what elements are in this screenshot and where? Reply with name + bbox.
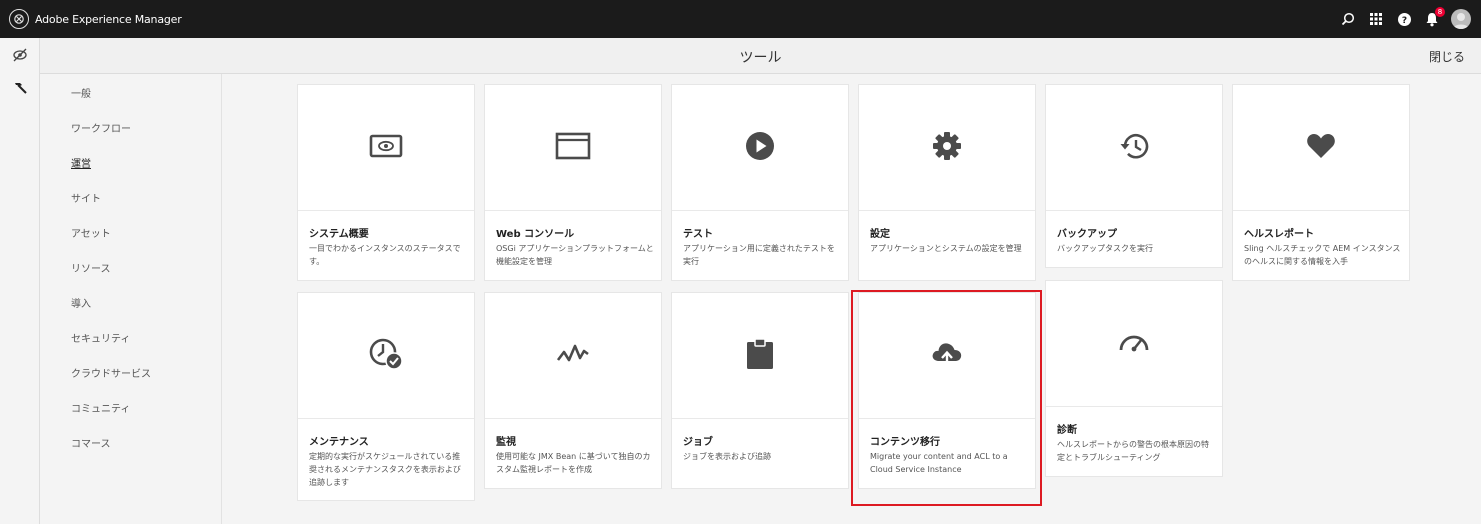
notifications-bell-icon[interactable]: 8	[1423, 7, 1445, 28]
card-thumbnail	[1046, 85, 1222, 211]
tools-category-nav: 一般 ワークフロー 運営 サイト アセット リソース 導入 セキュリティ クラウ…	[40, 74, 222, 524]
clipboard-icon	[746, 337, 774, 374]
clock-check-icon	[368, 337, 404, 375]
card-thumbnail	[298, 293, 474, 419]
card-thumbnail	[672, 85, 848, 211]
close-button[interactable]: 閉じる	[1429, 48, 1465, 65]
card-description: アプリケーションとシステムの設定を管理	[870, 244, 1022, 253]
tool-card-web-console[interactable]: Web コンソール OSGi アプリケーションプラットフォームと機能設定を管理	[485, 85, 661, 280]
app-title[interactable]: Adobe Experience Manager	[35, 13, 182, 26]
hammer-icon[interactable]	[11, 79, 29, 97]
card-title: ジョブ	[683, 437, 713, 448]
eye-monitor-icon	[369, 134, 403, 162]
tool-card-configuration[interactable]: 設定 アプリケーションとシステムの設定を管理	[859, 85, 1035, 280]
tool-card-monitoring[interactable]: 監視 使用可能な JMX Bean に基づいて独自のカスタム監視レポートを作成	[485, 293, 661, 488]
card-thumbnail	[672, 293, 848, 419]
gauge-icon	[1117, 330, 1151, 358]
notification-badge: 8	[1435, 7, 1445, 17]
card-title: バックアップ	[1057, 229, 1117, 240]
tool-card-backup[interactable]: バックアップ バックアップタスクを実行	[1046, 85, 1222, 267]
card-description: 使用可能な JMX Bean に基づいて独自のカスタム監視レポートを作成	[496, 452, 651, 474]
card-title: ヘルスレポート	[1244, 229, 1314, 240]
card-thumbnail	[485, 293, 661, 419]
card-title: メンテナンス	[309, 437, 369, 448]
user-avatar[interactable]	[1451, 9, 1471, 29]
tool-card-jobs[interactable]: ジョブ ジョブを表示および追跡	[672, 293, 848, 488]
tools-header: ツール 閉じる	[40, 38, 1481, 74]
page-title: ツール	[739, 50, 782, 66]
card-title: 設定	[870, 229, 890, 240]
aem-logo-icon[interactable]	[9, 9, 29, 29]
card-thumbnail	[1233, 85, 1409, 211]
card-thumbnail	[859, 293, 1035, 419]
nav-item-cloud-services[interactable]: クラウドサービス	[71, 365, 151, 380]
tool-card-system-overview[interactable]: システム概要 一目でわかるインスタンスのステータスです。	[298, 85, 474, 280]
card-description: アプリケーション用に定義されたテストを実行	[683, 244, 835, 266]
card-thumbnail	[1046, 281, 1222, 407]
card-title: 診断	[1057, 425, 1077, 436]
shortcuts-icon[interactable]	[11, 46, 29, 64]
nav-item-commerce[interactable]: コマース	[71, 435, 111, 450]
card-thumbnail	[859, 85, 1035, 211]
card-description: Sling ヘルスチェックで AEM インスタンスのヘルスに関する情報を入手	[1244, 244, 1401, 266]
card-description: 一目でわかるインスタンスのステータスです。	[309, 244, 461, 266]
card-thumbnail	[485, 85, 661, 211]
nav-item-assets[interactable]: アセット	[71, 225, 111, 240]
tool-card-tests[interactable]: テスト アプリケーション用に定義されたテストを実行	[672, 85, 848, 280]
pulse-icon	[556, 342, 590, 370]
nav-item-workflow[interactable]: ワークフロー	[71, 120, 131, 135]
search-icon[interactable]	[1339, 10, 1357, 28]
nav-item-communities[interactable]: コミュニティ	[71, 400, 130, 415]
nav-item-operations[interactable]: 運営	[71, 155, 91, 170]
window-icon	[555, 132, 591, 164]
card-thumbnail	[298, 85, 474, 211]
nav-item-general[interactable]: 一般	[71, 85, 91, 100]
nav-item-sites[interactable]: サイト	[71, 190, 101, 205]
nav-item-deployment[interactable]: 導入	[71, 295, 91, 310]
play-icon	[745, 131, 775, 165]
card-description: Migrate your content and ACL to a Cloud …	[870, 452, 1008, 474]
help-icon[interactable]: ?	[1395, 10, 1413, 28]
heart-icon	[1306, 133, 1336, 163]
card-title: コンテンツ移行	[870, 437, 940, 448]
top-bar: Adobe Experience Manager ? 8	[0, 0, 1481, 38]
left-rail	[0, 38, 40, 524]
card-title: Web コンソール	[496, 229, 575, 240]
tool-card-maintenance[interactable]: メンテナンス 定期的な実行がスケジュールされている推奨されるメンテナンスタスクを…	[298, 293, 474, 500]
gear-icon	[932, 131, 962, 165]
nav-item-resources[interactable]: リソース	[71, 260, 111, 275]
svg-text:?: ?	[1401, 16, 1406, 26]
apps-grid-icon[interactable]	[1367, 10, 1385, 28]
card-description: ヘルスレポートからの警告の根本原因の特定とトラブルシューティング	[1057, 440, 1209, 462]
card-title: システム概要	[309, 229, 369, 240]
card-description: バックアップタスクを実行	[1057, 244, 1153, 253]
history-icon	[1117, 131, 1151, 165]
card-title: 監視	[496, 437, 516, 448]
nav-item-security[interactable]: セキュリティ	[71, 330, 130, 345]
cloud-upload-icon	[930, 339, 964, 373]
card-description: ジョブを表示および追跡	[683, 452, 771, 461]
card-description: OSGi アプリケーションプラットフォームと機能設定を管理	[496, 244, 654, 266]
top-actions: ? 8	[1339, 7, 1471, 29]
card-title: テスト	[683, 229, 713, 240]
card-description: 定期的な実行がスケジュールされている推奨されるメンテナンスタスクを表示および追跡…	[309, 452, 461, 487]
tool-card-content-migration[interactable]: コンテンツ移行 Migrate your content and ACL to …	[859, 293, 1035, 488]
tool-card-diagnosis[interactable]: 診断 ヘルスレポートからの警告の根本原因の特定とトラブルシューティング	[1046, 281, 1222, 476]
tool-card-health-reports[interactable]: ヘルスレポート Sling ヘルスチェックで AEM インスタンスのヘルスに関す…	[1233, 85, 1409, 280]
